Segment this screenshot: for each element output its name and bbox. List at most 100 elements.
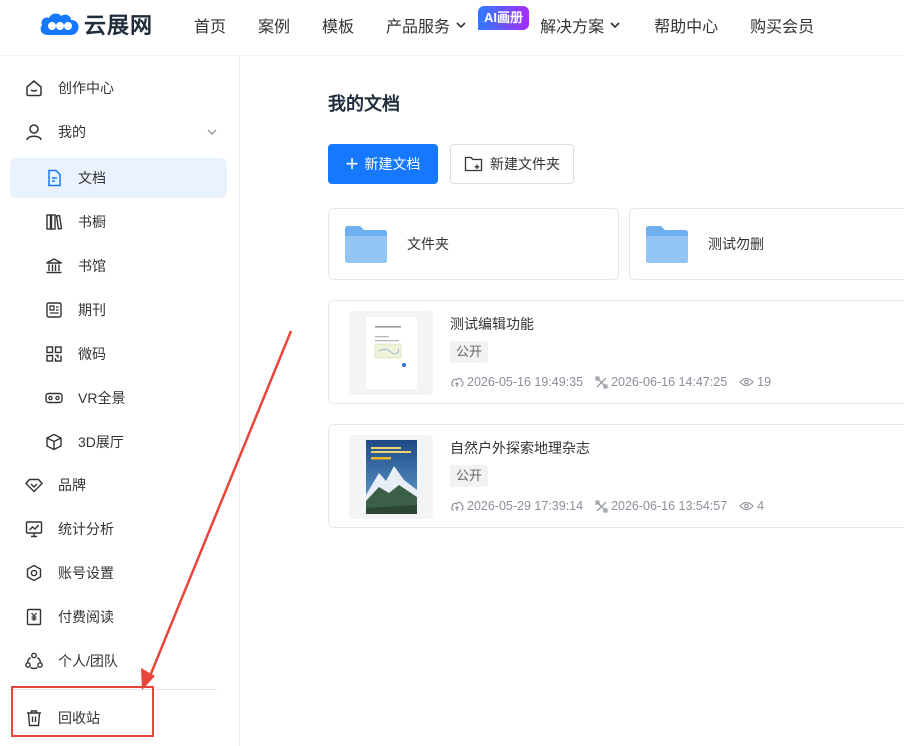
created-time-text: 2026-05-29 17:39:14 bbox=[467, 499, 584, 513]
cloud-upload-icon bbox=[451, 377, 464, 387]
edit-tools-icon bbox=[595, 376, 608, 388]
nav-label: 帮助中心 bbox=[654, 19, 719, 36]
new-document-button[interactable]: + 新建文档 bbox=[328, 144, 438, 184]
eye-icon bbox=[739, 377, 754, 387]
nav-label: 购买会员 bbox=[750, 19, 815, 36]
document-meta: 2026-05-29 17:39:14 2026-06-16 13:54:57 … bbox=[450, 499, 776, 513]
sidebar-item-vr[interactable]: VR全景 bbox=[10, 378, 227, 418]
folder-icon bbox=[646, 226, 688, 263]
sidebar-item-3d-hall[interactable]: 3D展厅 bbox=[10, 422, 227, 462]
nav-solutions[interactable]: 解决方案 bbox=[540, 13, 622, 37]
document-thumbnail[interactable] bbox=[349, 311, 433, 395]
sidebar-item-label: 统计分析 bbox=[58, 521, 114, 537]
chevron-down-icon bbox=[456, 22, 466, 29]
sidebar-item-library[interactable]: 书馆 bbox=[10, 246, 227, 286]
sidebar-item-mine[interactable]: 我的 bbox=[10, 112, 227, 152]
sidebar-item-label: 我的 bbox=[58, 124, 86, 140]
magazine-cover-thumbnail-icon bbox=[366, 440, 417, 514]
home-icon bbox=[24, 78, 44, 98]
folder-card[interactable]: 测试勿删 bbox=[629, 208, 904, 280]
team-icon bbox=[24, 651, 44, 671]
nav-help[interactable]: 帮助中心 bbox=[654, 13, 718, 37]
sidebar-item-statistics[interactable]: 统计分析 bbox=[10, 509, 227, 549]
sidebar-item-label: 品牌 bbox=[58, 477, 86, 493]
new-document-label: 新建文档 bbox=[364, 156, 421, 172]
created-time: 2026-05-29 17:39:14 bbox=[450, 499, 583, 513]
sidebar-item-team[interactable]: 个人/团队 bbox=[10, 641, 227, 681]
sidebar-item-label: 书橱 bbox=[78, 214, 106, 230]
yen-icon bbox=[24, 607, 44, 627]
user-icon bbox=[24, 122, 44, 142]
sidebar-item-journal[interactable]: 期刊 bbox=[10, 290, 227, 330]
document-thumbnail[interactable] bbox=[349, 435, 433, 519]
sidebar-item-brand[interactable]: 品牌 bbox=[10, 465, 227, 505]
view-count: 19 bbox=[739, 375, 771, 389]
sidebar-item-label: 微码 bbox=[78, 346, 106, 362]
journal-icon bbox=[44, 300, 64, 320]
view-count-text: 4 bbox=[757, 499, 765, 513]
new-folder-button[interactable]: 新建文件夹 bbox=[450, 144, 574, 184]
logo[interactable]: 云展网 bbox=[38, 10, 153, 38]
chart-icon bbox=[24, 519, 44, 539]
document-page-thumbnail-icon bbox=[366, 317, 417, 389]
sidebar-item-label: 文档 bbox=[78, 170, 106, 186]
folder-name: 测试勿删 bbox=[708, 236, 764, 252]
created-time: 2026-05-16 19:49:35 bbox=[450, 375, 583, 389]
nav-home[interactable]: 首页 bbox=[194, 13, 226, 37]
bookcase-icon bbox=[44, 212, 64, 232]
edit-tools-icon bbox=[595, 500, 608, 512]
nav-label: 首页 bbox=[194, 19, 227, 36]
document-icon bbox=[44, 168, 64, 188]
visibility-tag: 公开 bbox=[450, 465, 489, 487]
eye-icon bbox=[739, 501, 754, 511]
updated-time-text: 2026-06-16 14:47:25 bbox=[611, 375, 728, 389]
plus-icon: + bbox=[345, 151, 359, 176]
chevron-down-icon bbox=[610, 22, 620, 29]
updated-time: 2026-06-16 13:54:57 bbox=[595, 499, 727, 513]
settings-icon bbox=[24, 563, 44, 583]
sidebar-item-creation-center[interactable]: 创作中心 bbox=[10, 68, 227, 108]
document-title[interactable]: 测试编辑功能 bbox=[450, 314, 534, 334]
visibility-tag: 公开 bbox=[450, 341, 489, 363]
nav-label: 案例 bbox=[258, 19, 291, 36]
nav-templates[interactable]: 模板 bbox=[322, 13, 354, 37]
sidebar-item-label: 3D展厅 bbox=[78, 434, 124, 450]
view-count: 4 bbox=[739, 499, 764, 513]
sidebar-item-label: 个人/团队 bbox=[58, 653, 118, 669]
nav-cases[interactable]: 案例 bbox=[258, 13, 290, 37]
nav-label: 模板 bbox=[322, 19, 355, 36]
updated-time: 2026-06-16 14:47:25 bbox=[595, 375, 727, 389]
sidebar-item-qrcode[interactable]: 微码 bbox=[10, 334, 227, 374]
document-title[interactable]: 自然户外探索地理杂志 bbox=[450, 438, 590, 458]
nav-membership[interactable]: 购买会员 bbox=[750, 13, 814, 37]
folder-name: 文件夹 bbox=[407, 236, 449, 252]
sidebar-item-documents[interactable]: 文档 bbox=[10, 158, 227, 198]
cube-icon bbox=[44, 432, 64, 452]
sidebar-item-account-settings[interactable]: 账号设置 bbox=[10, 553, 227, 593]
document-card[interactable]: 自然户外探索地理杂志 公开 2026-05-29 17:39:14 2026-0… bbox=[328, 424, 904, 528]
new-folder-label: 新建文件夹 bbox=[490, 156, 560, 172]
folder-card[interactable]: 文件夹 bbox=[328, 208, 619, 280]
sidebar-item-label: 书馆 bbox=[78, 258, 106, 274]
cloud-upload-icon bbox=[451, 501, 464, 511]
view-count-text: 19 bbox=[757, 375, 772, 389]
library-icon bbox=[44, 256, 64, 276]
vr-icon bbox=[44, 388, 64, 408]
diamond-icon bbox=[24, 475, 44, 495]
document-card[interactable]: 测试编辑功能 公开 2026-05-16 19:49:35 2026-06-16… bbox=[328, 300, 904, 404]
top-navbar: 云展网 首页 案例 模板 产品服务 解决方案 帮助中心 购买会员 AI画册 bbox=[0, 0, 904, 56]
nav-label: 产品服务 bbox=[386, 19, 451, 36]
logo-text: 云展网 bbox=[84, 13, 154, 38]
chevron-down-icon bbox=[207, 129, 217, 135]
page-title: 我的文档 bbox=[328, 94, 400, 114]
ai-album-badge[interactable]: AI画册 bbox=[478, 6, 530, 30]
sidebar-item-paid-reading[interactable]: 付费阅读 bbox=[10, 597, 227, 637]
folder-icon bbox=[345, 226, 387, 263]
sidebar-item-label: VR全景 bbox=[78, 390, 126, 406]
sidebar-item-bookcase[interactable]: 书橱 bbox=[10, 202, 227, 242]
document-meta: 2026-05-16 19:49:35 2026-06-16 14:47:25 … bbox=[450, 375, 783, 389]
sidebar-item-label: 付费阅读 bbox=[58, 609, 114, 625]
nav-products[interactable]: 产品服务 bbox=[386, 13, 468, 37]
sidebar: 创作中心 我的 文档 书橱 书馆 期刊 微码 VR全景 3D展厅 品牌 统计分析… bbox=[0, 56, 240, 746]
cloud-logo-icon bbox=[40, 13, 79, 35]
